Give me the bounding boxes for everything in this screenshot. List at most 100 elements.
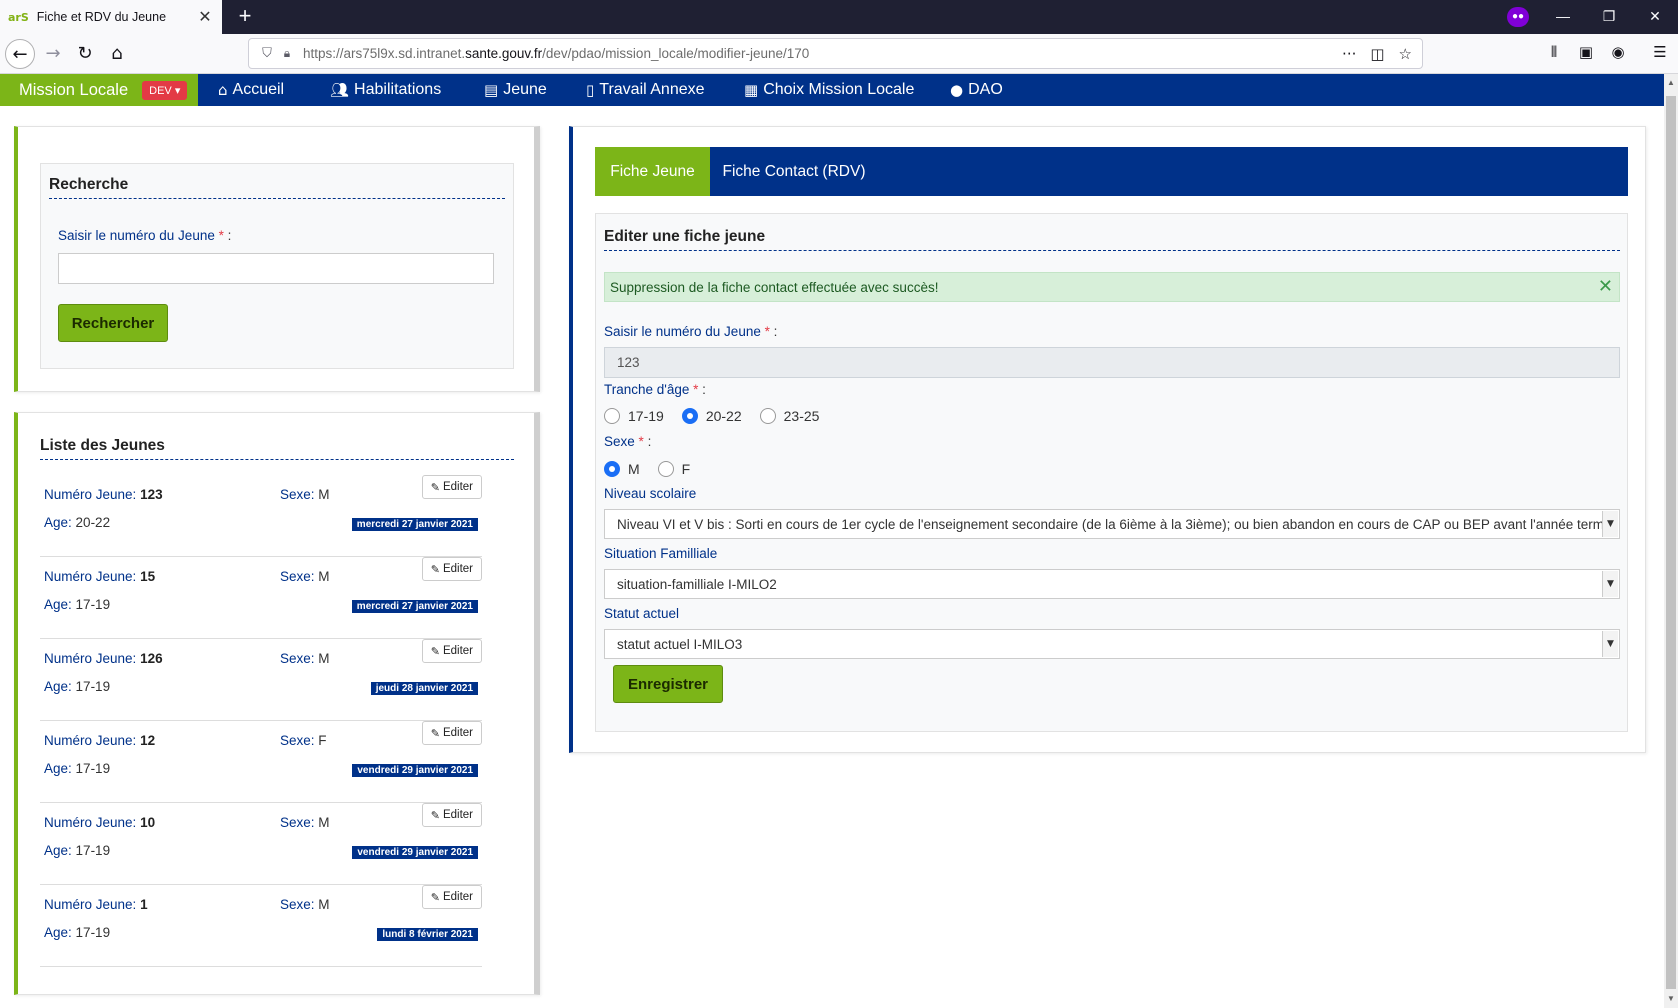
nav-accueil[interactable]: ⌂ Accueil — [218, 74, 284, 106]
back-icon[interactable]: ← — [5, 39, 35, 69]
editer-label: Editer — [442, 891, 473, 903]
minimize-icon[interactable]: — — [1540, 0, 1586, 34]
situation-select[interactable]: situation-familliale I-MILO2 ▼ — [604, 569, 1620, 599]
sexe-option-m[interactable]: M — [604, 461, 640, 477]
editer-button[interactable]: ✎ Editer — [421, 475, 482, 499]
statut-select[interactable]: statut actuel I-MILO3 ▼ — [604, 629, 1620, 659]
tranche-option-17-19[interactable]: 17-19 — [604, 408, 664, 424]
sexe-option-f[interactable]: F — [657, 461, 690, 477]
list-item: Numéro Jeune: 15 Age: 17-19 Sexe: M ✎ Editer… — [40, 557, 482, 639]
close-tab-icon[interactable]: ✕ — [192, 7, 218, 27]
pocket-icon[interactable]: ◫ — [1370, 45, 1384, 63]
star-icon[interactable]: ☆ — [1399, 45, 1412, 63]
tranche-option-20-22[interactable]: 20-22 — [681, 408, 742, 424]
label-colon: : — [643, 434, 652, 449]
id-card-icon: ▤ — [484, 81, 499, 99]
age-value: 20-22 — [75, 515, 111, 530]
menu-icon[interactable]: ☰ — [1648, 43, 1672, 65]
page-scrollbar[interactable]: ▲ ▼ — [1664, 74, 1678, 1008]
url-bar[interactable]: ⛉ 🔒︎ https://ars75l9x.sd.intranet.sante.… — [248, 38, 1423, 69]
nav-travail-annexe[interactable]: ▯ Travail Annexe — [586, 74, 705, 106]
sexe-jeune: Sexe: M — [280, 815, 330, 830]
editer-button[interactable]: ✎ Editer — [421, 639, 482, 663]
sexe-radio-group: M F — [604, 461, 708, 477]
chevron-down-icon[interactable]: ▼ — [1602, 571, 1618, 597]
sexe-jeune: Sexe: M — [280, 569, 330, 584]
env-badge-dropdown[interactable]: DEV ▾ — [142, 80, 188, 100]
recherche-title: Recherche — [49, 176, 505, 199]
radio-17-19[interactable] — [604, 408, 620, 424]
sexe-label: Sexe: — [280, 815, 315, 830]
fiche-panel: Fiche Jeune Fiche Contact (RDV) Editer u… — [569, 126, 1646, 753]
account-icon[interactable]: ◉ — [1606, 43, 1630, 65]
browser-tab-bar: arS Fiche et RDV du Jeune ✕ + ●● — ❐ ✕ — [0, 0, 1678, 34]
date-badge: vendredi 29 janvier 2021 — [352, 846, 478, 859]
sidebar-icon[interactable]: ▣ — [1574, 43, 1598, 65]
radio-20-22[interactable] — [681, 408, 698, 424]
numero-jeune-value: 15 — [140, 569, 156, 584]
scroll-up-icon[interactable]: ▲ — [1664, 76, 1678, 90]
age-value: 17-19 — [75, 843, 111, 858]
chevron-down-icon[interactable]: ▼ — [1602, 631, 1618, 657]
radio-f[interactable] — [657, 461, 674, 477]
date-badge: vendredi 29 janvier 2021 — [352, 764, 478, 777]
sexe-label: Sexe: — [280, 897, 315, 912]
sexe-value: M — [318, 815, 330, 830]
list-item: Numéro Jeune: 12 Age: 17-19 Sexe: F ✎ Editer… — [40, 721, 482, 803]
recherche-panel: Recherche Saisir le numéro du Jeune * : … — [14, 126, 540, 392]
nav-habilitations[interactable]: 👥︎ Habilitations — [330, 74, 441, 106]
recherche-input[interactable] — [58, 253, 494, 284]
scroll-thumb[interactable] — [1666, 96, 1676, 989]
tranche-option-23-25[interactable]: 23-25 — [759, 408, 819, 424]
tab-fiche-jeune[interactable]: Fiche Jeune — [595, 147, 710, 196]
enregistrer-button[interactable]: Enregistrer — [613, 665, 723, 703]
tab-fiche-contact[interactable]: Fiche Contact (RDV) — [710, 147, 878, 196]
tranche-option-label: 17-19 — [628, 408, 664, 424]
new-tab-icon[interactable]: + — [232, 4, 258, 30]
edit-icon: ✎ — [430, 890, 440, 904]
chevron-down-icon[interactable]: ▼ — [1602, 511, 1618, 537]
age-value: 17-19 — [75, 925, 111, 940]
edit-icon: ✎ — [430, 726, 440, 740]
close-window-icon[interactable]: ✕ — [1632, 0, 1678, 34]
library-icon[interactable]: ⫴ — [1542, 43, 1566, 65]
list-item: Numéro Jeune: 10 Age: 17-19 Sexe: M ✎ Editer… — [40, 803, 482, 885]
numero-field[interactable]: 123 — [604, 347, 1620, 378]
browser-tab-title: Fiche et RDV du Jeune — [36, 10, 167, 24]
editer-button[interactable]: ✎ Editer — [421, 885, 482, 909]
browser-tab[interactable]: arS Fiche et RDV du Jeune ✕ — [0, 0, 222, 34]
numero-jeune-label: Numéro Jeune: — [44, 733, 137, 748]
reload-icon[interactable]: ↻ — [70, 39, 100, 69]
sexe-value: M — [318, 651, 330, 666]
rechercher-button[interactable]: Rechercher — [58, 304, 168, 342]
app-navbar: Mission Locale DEV ▾ ⌂ Accueil 👥︎ Habilita… — [0, 74, 1664, 106]
home-icon[interactable]: ⌂ — [102, 39, 132, 69]
shield-icon[interactable]: ⛉ — [257, 46, 277, 61]
niveau-select[interactable]: Niveau VI et V bis : Sorti en cours de 1… — [604, 509, 1620, 539]
url-text[interactable]: https://ars75l9x.sd.intranet.sante.gouv.… — [303, 46, 1342, 61]
label-colon: : — [698, 382, 706, 397]
nav-jeune[interactable]: ▤ Jeune — [484, 74, 547, 106]
lock-warning-icon[interactable]: 🔒︎ — [277, 46, 297, 61]
sexe-jeune: Sexe: F — [280, 733, 327, 748]
more-icon[interactable]: ··· — [1342, 45, 1356, 63]
recherche-label-text: Saisir le numéro du Jeune — [58, 228, 215, 243]
editer-button[interactable]: ✎ Editer — [421, 803, 482, 827]
radio-m[interactable] — [604, 461, 620, 477]
editer-label: Editer — [442, 809, 473, 821]
editer-button[interactable]: ✎ Editer — [421, 557, 482, 581]
editer-button[interactable]: ✎ Editer — [421, 721, 482, 745]
scroll-down-icon[interactable]: ▼ — [1664, 992, 1678, 1006]
editer-label: Editer — [442, 645, 473, 657]
editer-label: Editer — [442, 727, 473, 739]
radio-23-25[interactable] — [759, 408, 776, 424]
brand[interactable]: Mission Locale DEV ▾ — [0, 74, 198, 106]
forward-icon[interactable]: → — [38, 39, 68, 69]
nav-dao[interactable]: ● DAO — [950, 74, 1003, 106]
numero-jeune-value: 126 — [140, 651, 163, 666]
numero-jeune-value: 12 — [140, 733, 156, 748]
nav-choix-mission-locale[interactable]: ▦ Choix Mission Locale — [744, 74, 914, 106]
statut-select-value: statut actuel I-MILO3 — [617, 636, 743, 652]
close-alert-icon[interactable]: ✕ — [1598, 276, 1613, 297]
restore-icon[interactable]: ❐ — [1586, 0, 1632, 34]
